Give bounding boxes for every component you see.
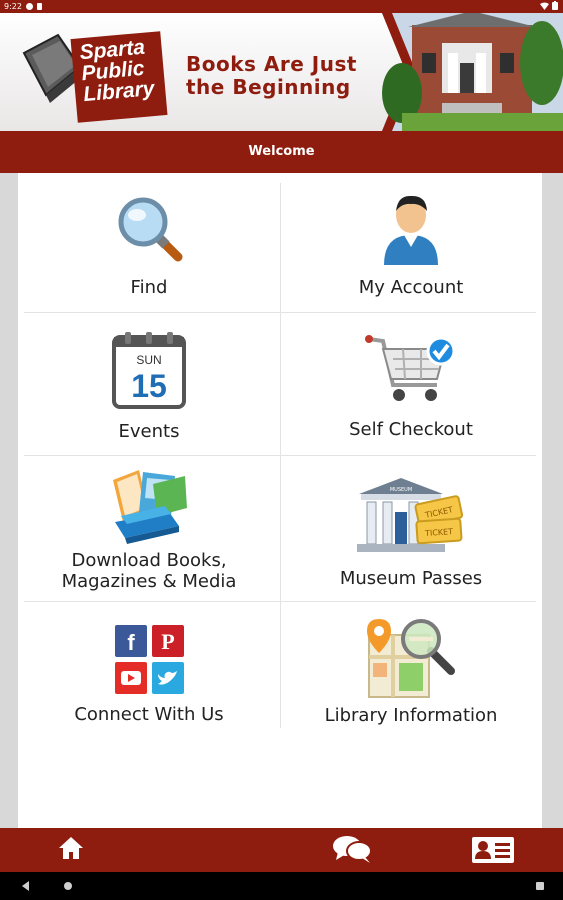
user-icon (384, 195, 438, 265)
tile-library-information[interactable]: Library Information (280, 617, 542, 726)
facebook-icon: f (114, 625, 147, 657)
magnifier-icon (118, 197, 183, 262)
tile-museum-passes-label: Museum Passes (339, 568, 483, 589)
tile-download-books[interactable]: Download Books, Magazines & Media (18, 466, 280, 592)
tile-self-checkout[interactable]: Self Checkout (280, 331, 542, 440)
map-search-icon (367, 619, 455, 698)
notification-icon (25, 3, 33, 10)
tile-find-label: Find (130, 277, 168, 298)
books-icon (113, 470, 187, 544)
library-logo: Sparta Public Library (70, 31, 168, 123)
grid-divider (24, 601, 536, 602)
cart-check-icon (365, 335, 456, 401)
museum-sign: MUSEUM (390, 487, 412, 493)
calendar-icon: SUN 15 (112, 332, 186, 409)
system-nav-bar (0, 872, 563, 900)
wifi-icon (540, 2, 549, 10)
menu-grid: Find My Account SUN 15 Events Self Check… (18, 173, 542, 828)
grid-divider (24, 312, 536, 313)
twitter-icon (151, 662, 184, 694)
tile-museum-passes[interactable]: MUSEUM TICKET TICKET Museum Passes (280, 476, 542, 589)
calendar-day: SUN (136, 353, 161, 367)
calendar-date: 15 (131, 368, 167, 404)
svg-text:f: f (127, 630, 135, 655)
lock-icon (36, 3, 42, 10)
tile-download-books-label: Download Books, Magazines & Media (61, 550, 237, 592)
home-icon[interactable] (58, 836, 84, 860)
header-bar: Welcome (0, 131, 563, 173)
youtube-icon (114, 662, 147, 694)
tile-my-account-label: My Account (358, 277, 464, 298)
banner-tagline: Books Are Just the Beginning (186, 52, 357, 99)
museum-tickets-icon: MUSEUM TICKET TICKET (357, 478, 464, 552)
tile-my-account[interactable]: My Account (280, 191, 542, 298)
contact-card-icon[interactable] (472, 837, 514, 863)
library-building-photo (382, 13, 563, 131)
social-icons: f P (114, 625, 184, 694)
battery-icon (552, 1, 558, 10)
svg-text:P: P (161, 629, 174, 654)
tile-connect-with-us[interactable]: f P Connect With Us (18, 625, 280, 725)
menu-area: Find My Account SUN 15 Events Self Check… (0, 173, 563, 828)
back-icon[interactable] (22, 881, 29, 891)
grid-divider (24, 455, 536, 456)
pinterest-icon: P (151, 625, 184, 657)
tile-library-information-label: Library Information (324, 705, 498, 726)
chat-icon[interactable] (332, 834, 372, 864)
page-title: Welcome (248, 144, 315, 159)
tile-find[interactable]: Find (18, 195, 280, 298)
tile-events[interactable]: SUN 15 Events (18, 331, 280, 442)
bottom-nav (0, 828, 563, 872)
library-banner: Sparta Public Library Books Are Just the… (0, 13, 563, 131)
recents-icon[interactable] (536, 882, 544, 890)
status-time: 9:22 (4, 2, 22, 11)
system-home-icon[interactable] (64, 882, 72, 890)
tile-connect-with-us-label: Connect With Us (74, 704, 224, 725)
tile-events-label: Events (118, 421, 180, 442)
status-bar: 9:22 (0, 0, 563, 13)
tile-self-checkout-label: Self Checkout (349, 419, 473, 440)
